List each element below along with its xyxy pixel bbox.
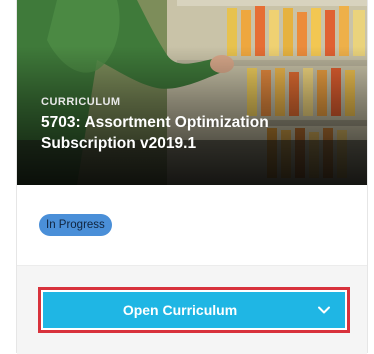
curriculum-type-label: CURRICULUM xyxy=(41,96,121,108)
curriculum-card: CURRICULUM 5703: Assortment Optimization… xyxy=(16,0,368,354)
chevron-down-icon[interactable] xyxy=(317,303,331,317)
open-curriculum-button[interactable]: Open Curriculum xyxy=(43,292,345,328)
status-badge: In Progress xyxy=(39,214,112,236)
open-curriculum-label: Open Curriculum xyxy=(122,302,238,318)
hero-gradient-overlay xyxy=(17,0,367,185)
status-section: In Progress xyxy=(17,185,367,265)
action-section: Open Curriculum xyxy=(17,265,367,354)
curriculum-hero-image[interactable]: CURRICULUM 5703: Assortment Optimization… xyxy=(17,0,367,185)
curriculum-title[interactable]: 5703: Assortment Optimization Subscripti… xyxy=(41,112,341,154)
highlight-outline: Open Curriculum xyxy=(38,287,350,333)
